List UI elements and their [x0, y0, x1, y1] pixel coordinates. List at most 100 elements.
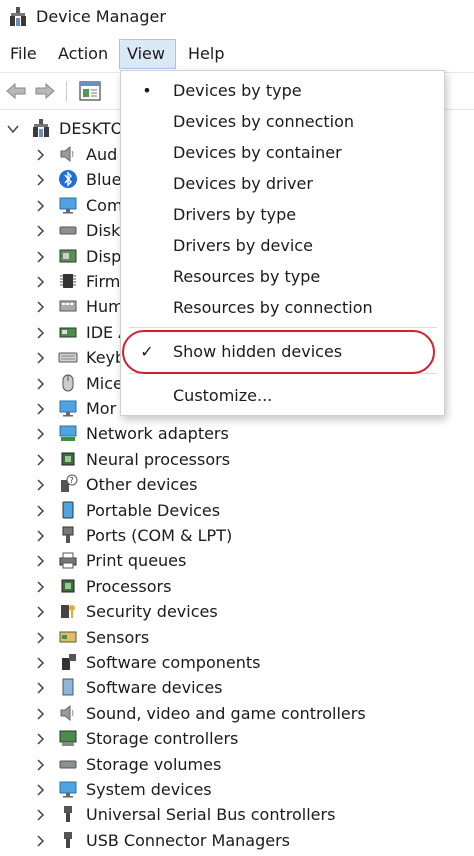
chevron-right-icon[interactable] — [33, 453, 47, 467]
menu-item-devices-by-connection[interactable]: Devices by connection — [121, 107, 444, 137]
tree-row[interactable]: Software components — [0, 650, 474, 675]
menu-item-drivers-by-type[interactable]: Drivers by type — [121, 200, 444, 230]
tree-row[interactable]: Software devices — [0, 675, 474, 700]
monitor-icon — [59, 197, 77, 214]
chevron-right-icon[interactable] — [33, 656, 47, 670]
tree-row-label: Ports (COM & LPT) — [86, 526, 233, 545]
radio-bullet-icon: • — [142, 81, 152, 100]
chevron-right-icon[interactable] — [33, 783, 47, 797]
tree-row[interactable]: Portable Devices — [0, 498, 474, 523]
tree-row[interactable]: Sensors — [0, 625, 474, 650]
chevron-right-icon[interactable] — [33, 427, 47, 441]
chevron-right-icon[interactable] — [33, 758, 47, 772]
chevron-right-icon[interactable] — [33, 250, 47, 264]
menu-file[interactable]: File — [3, 39, 44, 69]
ide-controller-icon — [59, 327, 77, 338]
chevron-right-icon[interactable] — [33, 351, 47, 365]
svg-text:?: ? — [70, 476, 74, 485]
menu-item-resources-by-type[interactable]: Resources by type — [121, 262, 444, 292]
chevron-right-icon[interactable] — [33, 631, 47, 645]
toolbar-separator — [66, 81, 67, 101]
chevron-right-icon[interactable] — [33, 478, 47, 492]
chevron-right-icon[interactable] — [33, 224, 47, 238]
tree-row-label: Sound, video and game controllers — [86, 703, 366, 723]
chevron-right-icon[interactable] — [33, 834, 47, 848]
chevron-down-icon[interactable] — [6, 122, 20, 136]
forward-arrow-icon[interactable] — [33, 79, 57, 103]
keyboard-icon — [58, 352, 78, 363]
port-icon — [62, 526, 74, 543]
speaker-icon — [60, 704, 74, 721]
tree-row-label: Neural processors — [86, 449, 231, 469]
tree-row-label: Storage controllers — [86, 729, 239, 749]
tree-row[interactable]: Print queues — [0, 548, 474, 573]
display-adapter-icon — [59, 249, 77, 263]
tree-row-label: Processors — [86, 576, 172, 596]
chevron-right-icon[interactable] — [33, 580, 47, 594]
tree-row-label: Universal Serial Bus controllers — [86, 805, 336, 825]
menu-item-customize[interactable]: Customize... — [121, 381, 444, 411]
tree-row[interactable]: Universal Serial Bus controllers — [0, 802, 474, 827]
chevron-right-icon[interactable] — [33, 377, 47, 391]
tree-row[interactable]: Processors — [0, 574, 474, 599]
portable-device-icon — [62, 501, 74, 519]
menu-item-resources-by-connection[interactable]: Resources by connection — [121, 293, 444, 323]
chevron-right-icon[interactable] — [33, 148, 47, 162]
tree-row[interactable]: USB Connector Managers — [0, 828, 474, 853]
network-adapter-icon — [59, 425, 77, 442]
menu-item-devices-by-type[interactable]: • Devices by type — [121, 76, 444, 106]
tree-row[interactable]: System devices — [0, 777, 474, 802]
menu-item-devices-by-driver[interactable]: Devices by driver — [121, 169, 444, 199]
tree-row[interactable]: Security devices — [0, 599, 474, 624]
chip-icon — [61, 579, 75, 593]
chevron-right-icon[interactable] — [33, 326, 47, 340]
tree-row[interactable]: Storage volumes — [0, 752, 474, 777]
chevron-right-icon[interactable] — [33, 199, 47, 213]
tree-row[interactable]: Ports (COM & LPT) — [0, 523, 474, 548]
menu-item-devices-by-container[interactable]: Devices by container — [121, 138, 444, 168]
tree-row-label: Print queues — [86, 551, 187, 571]
tree-row-label: Hum — [86, 297, 124, 317]
chevron-right-icon[interactable] — [33, 504, 47, 518]
tree-row-label: Portable Devices — [86, 500, 221, 520]
chevron-right-icon[interactable] — [33, 808, 47, 822]
mouse-icon — [62, 374, 74, 392]
chevron-right-icon[interactable] — [33, 173, 47, 187]
tree-row-label: System devices — [86, 780, 212, 799]
menu-view[interactable]: View — [119, 39, 176, 69]
chevron-right-icon[interactable] — [33, 554, 47, 568]
menu-action[interactable]: Action — [51, 39, 115, 69]
chevron-right-icon[interactable] — [33, 300, 47, 314]
menu-help[interactable]: Help — [181, 39, 231, 69]
chevron-right-icon[interactable] — [33, 707, 47, 721]
firmware-icon — [60, 274, 76, 288]
monitor-icon — [59, 400, 77, 417]
menu-separator — [129, 327, 437, 328]
software-component-icon — [62, 654, 76, 670]
menu-item-drivers-by-device[interactable]: Drivers by device — [121, 231, 444, 261]
printer-icon — [59, 552, 77, 569]
menu-item-label: Drivers by type — [173, 205, 297, 224]
computer-icon — [33, 119, 49, 137]
chevron-right-icon[interactable] — [33, 605, 47, 619]
menu-item-label: Devices by container — [173, 143, 342, 162]
tree-row[interactable]: Sound, video and game controllers — [0, 701, 474, 726]
menu-item-label: Resources by type — [173, 267, 321, 286]
chevron-right-icon[interactable] — [33, 275, 47, 289]
tree-row-label: Disk — [86, 221, 121, 241]
tree-row[interactable]: Storage controllers — [0, 726, 474, 751]
menu-bar: File Action View Help — [0, 39, 474, 69]
menu-item-label: Devices by driver — [173, 174, 313, 193]
hid-icon — [59, 300, 77, 312]
chevron-right-icon[interactable] — [33, 529, 47, 543]
tree-row[interactable]: Network adapters — [0, 421, 474, 446]
properties-icon[interactable] — [78, 79, 102, 103]
chevron-right-icon[interactable] — [33, 681, 47, 695]
tree-row[interactable]: ? Other devices — [0, 472, 474, 497]
sensor-icon — [59, 631, 77, 643]
back-arrow-icon[interactable] — [4, 79, 28, 103]
chevron-right-icon[interactable] — [33, 732, 47, 746]
tree-row[interactable]: Neural processors — [0, 447, 474, 472]
chevron-right-icon[interactable] — [33, 402, 47, 416]
window-title: Device Manager — [36, 7, 166, 26]
